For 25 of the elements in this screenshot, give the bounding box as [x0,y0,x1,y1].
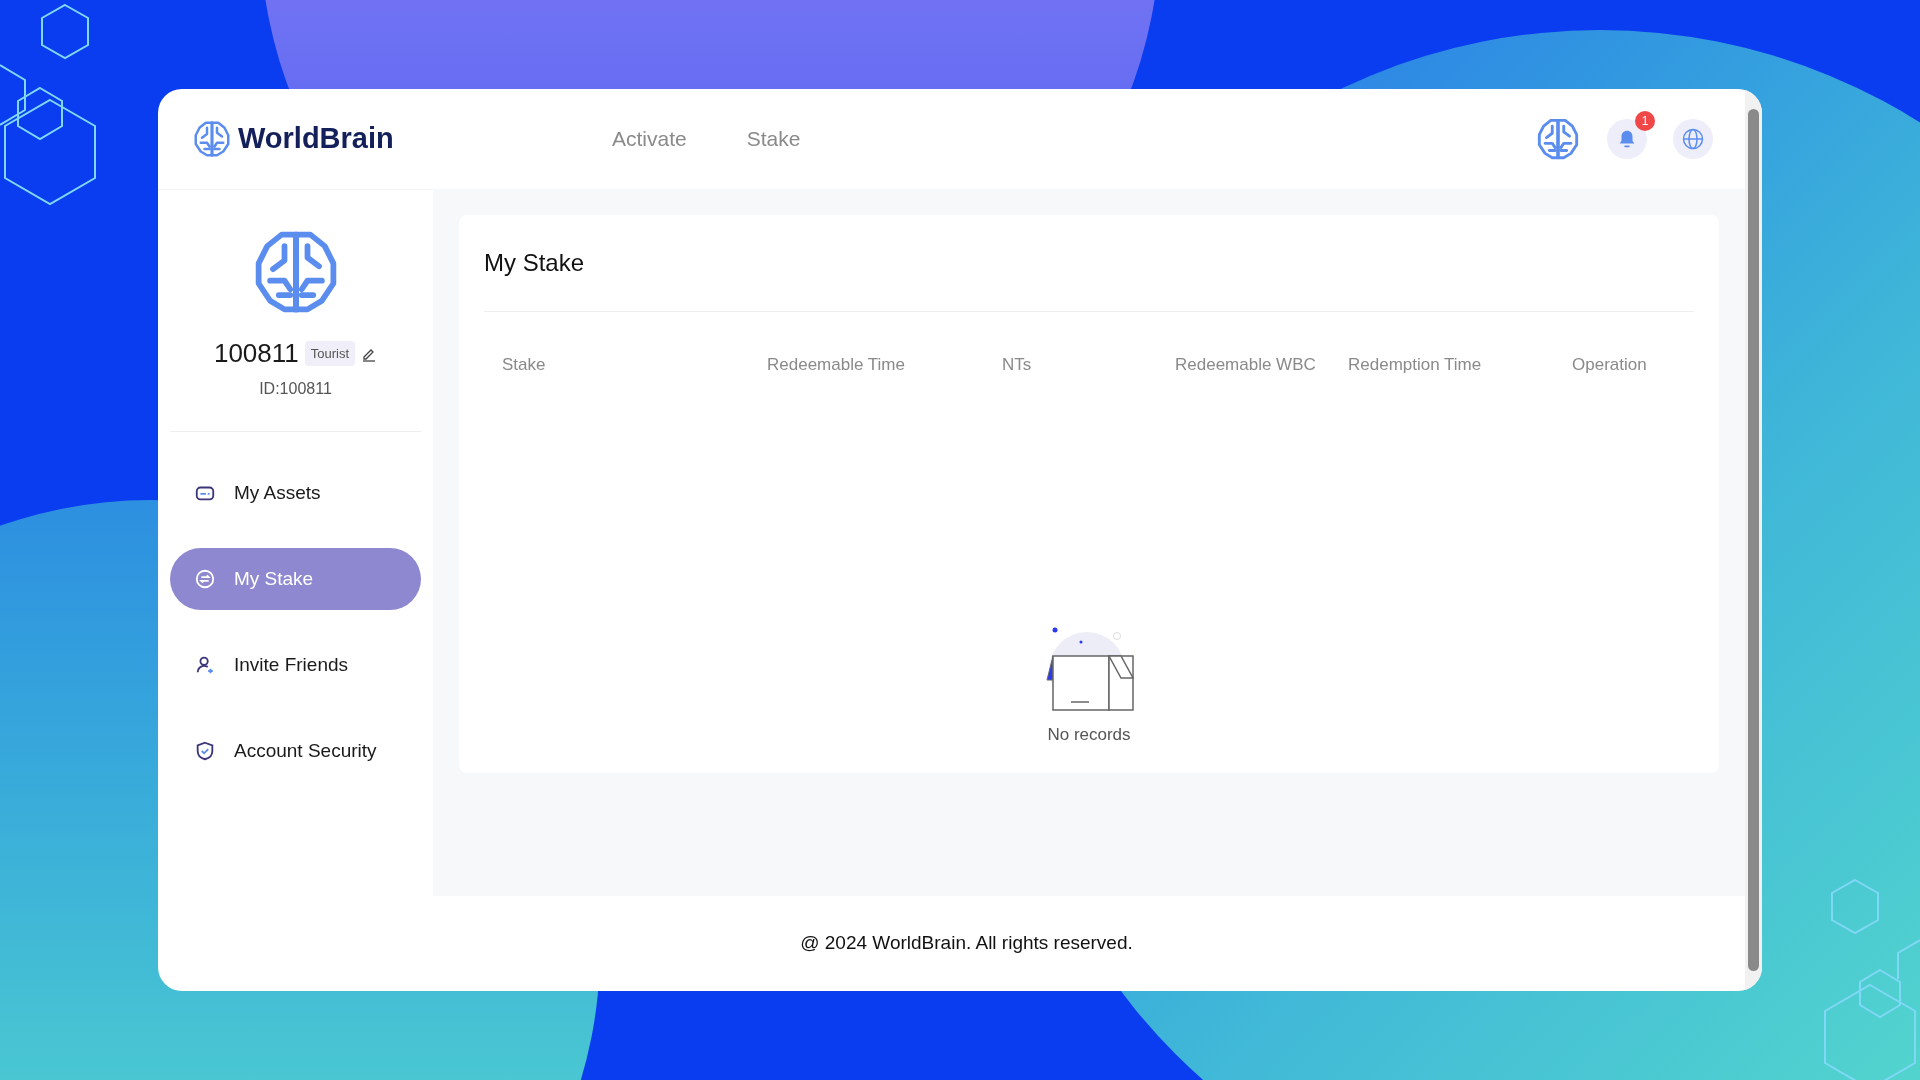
sidebar-item[interactable]: Invite Friends [170,634,421,696]
brain-icon [1535,116,1581,162]
column-header: Operation [1572,354,1648,376]
empty-state-text: No records [1047,723,1131,746]
column-header: Redemption Time [1348,354,1483,376]
column-header: Stake [502,354,547,376]
notification-badge: 1 [1635,111,1655,131]
column-header: NTs [1002,354,1033,376]
column-header: Redeemable WBC [1175,354,1317,376]
user-id: ID:100811 [259,379,332,399]
sidebar-item[interactable]: My Assets [170,462,421,524]
exchange-icon [194,568,216,590]
user-name: 100811 [213,337,299,370]
shield-icon [194,740,216,762]
logo-icon [192,119,232,159]
language-button[interactable] [1673,119,1713,159]
user-add-icon [194,654,216,676]
column-header: Redeemable Time [767,354,906,376]
scrollbar-thumb[interactable] [1748,109,1759,971]
logo-text: WorldBrain [238,121,394,157]
role-tag: Tourist [304,340,356,367]
footer-text: @ 2024 WorldBrain. All rights reserved. [800,931,1133,956]
sidebar-item[interactable]: Account Security [170,720,421,782]
globe-icon [1681,127,1705,151]
panel-title: My Stake [484,249,585,276]
